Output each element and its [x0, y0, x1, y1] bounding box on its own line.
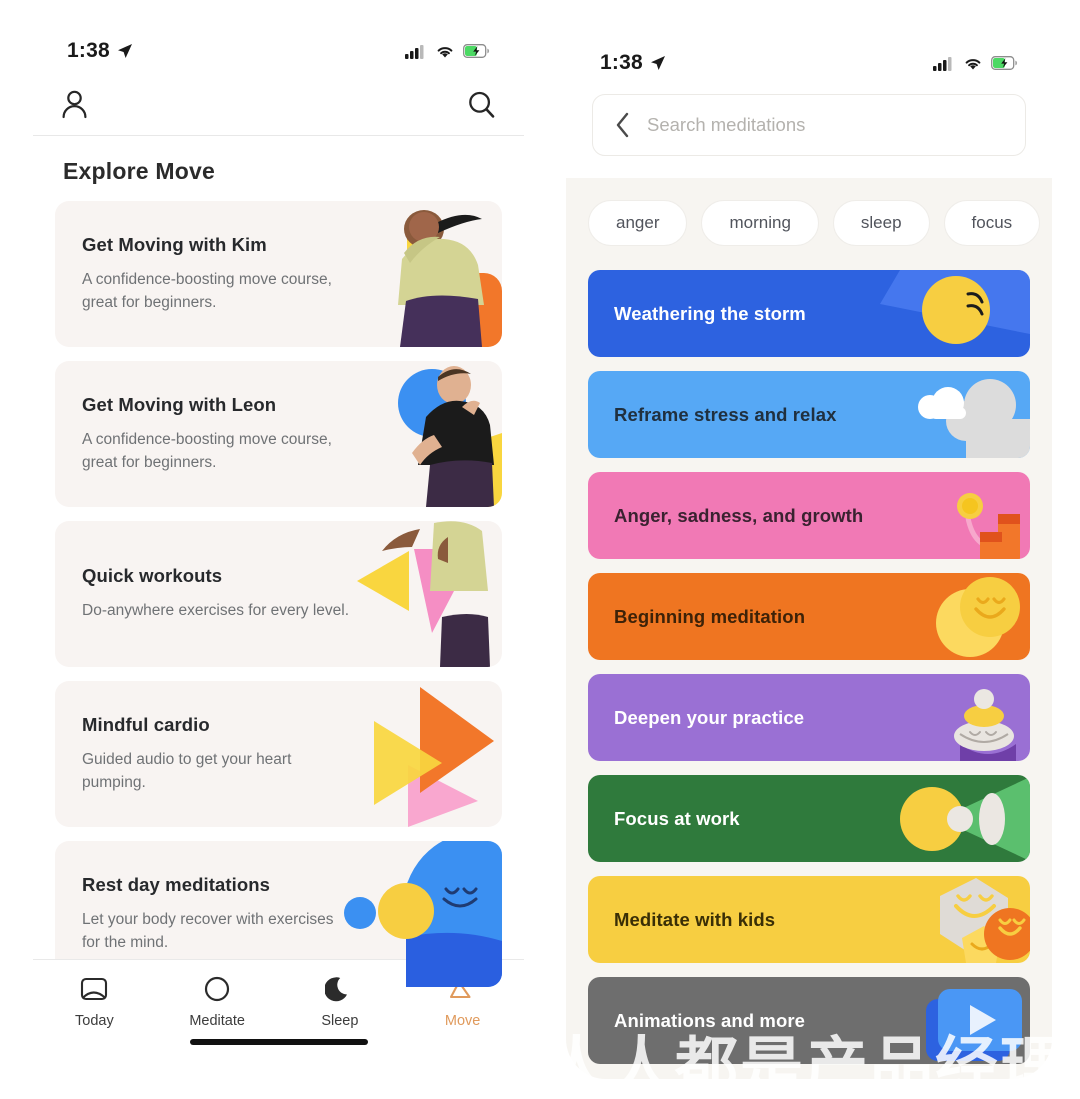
card-title: Get Moving with Leon [82, 393, 277, 415]
sun-face-artwork [890, 573, 1030, 660]
status-time: 1:38 [600, 51, 643, 74]
card-subtitle: A confidence-boosting move course, great… [82, 270, 332, 311]
tab-meditate[interactable]: Meditate [156, 974, 279, 1029]
location-arrow-icon [650, 56, 665, 70]
right-phone-screen: 1:38 Search meditations anger morning sl… [566, 30, 1052, 1079]
row-deepen-your-practice[interactable]: Deepen your practice [588, 674, 1030, 761]
card-text: Mindful cardio Guided audio to get your … [55, 714, 355, 795]
status-indicators [933, 56, 1018, 71]
row-title: Animations and more [614, 1009, 806, 1031]
card-title: Rest day meditations [82, 873, 271, 895]
status-time-group: 1:38 [600, 51, 666, 75]
row-reframe-stress-and-relax[interactable]: Reframe stress and relax [588, 371, 1030, 458]
explore-card-list: Get Moving with Kim A confidence-boostin… [33, 201, 524, 987]
card-subtitle: Let your body recover with exercises for… [82, 910, 334, 951]
chevron-left-icon[interactable] [615, 112, 631, 138]
status-bar: 1:38 [33, 18, 524, 74]
card-title: Mindful cardio [82, 713, 210, 735]
circle-icon [205, 976, 230, 1002]
storm-artwork [870, 270, 1030, 357]
row-title: Beginning meditation [614, 605, 806, 627]
status-indicators [405, 44, 490, 59]
row-title: Reframe stress and relax [614, 403, 837, 425]
row-title: Focus at work [614, 807, 740, 829]
home-indicator [189, 1039, 368, 1045]
card-subtitle: A confidence-boosting move course, great… [82, 430, 332, 471]
chip-anger[interactable]: anger [588, 200, 688, 246]
location-arrow-icon [117, 44, 132, 58]
filter-chip-row[interactable]: anger morning sleep focus rela [566, 200, 1052, 260]
row-title: Deepen your practice [614, 706, 805, 728]
today-card-icon [81, 977, 108, 1001]
row-beginning-meditation[interactable]: Beginning meditation [588, 573, 1030, 660]
play-button-artwork [900, 977, 1030, 1064]
card-get-moving-with-leon[interactable]: Get Moving with Leon A confidence-boosti… [55, 361, 502, 507]
cellular-bars-icon [405, 44, 424, 59]
card-get-moving-with-kim[interactable]: Get Moving with Kim A confidence-boostin… [55, 201, 502, 347]
card-subtitle: Do-anywhere exercises for every level. [82, 602, 350, 620]
chip-sleep[interactable]: sleep [832, 200, 930, 246]
search-bar[interactable]: Search meditations [592, 94, 1026, 156]
row-focus-at-work[interactable]: Focus at work [588, 775, 1030, 862]
left-top-nav [33, 74, 524, 136]
stairs-artwork [910, 472, 1030, 559]
card-quick-workouts[interactable]: Quick workouts Do-anywhere exercises for… [55, 521, 502, 667]
chip-focus[interactable]: focus [943, 200, 1041, 246]
search-icon[interactable] [467, 90, 496, 119]
stacked-stones-artwork [920, 674, 1030, 761]
card-text: Quick workouts Do-anywhere exercises for… [55, 565, 355, 622]
meditation-row-list: Weathering the storm Reframe stress and … [566, 260, 1052, 1064]
screenshot-stage: 1:38 Explore Move Get Moving with Kim A … [0, 0, 1080, 1099]
card-mindful-cardio[interactable]: Mindful cardio Guided audio to get your … [55, 681, 502, 827]
search-input[interactable]: Search meditations [647, 114, 805, 136]
row-title: Weathering the storm [614, 302, 806, 324]
row-weathering-the-storm[interactable]: Weathering the storm [588, 270, 1030, 357]
card-text: Get Moving with Kim A confidence-boostin… [55, 234, 355, 315]
status-bar: 1:38 [566, 30, 1052, 86]
card-text: Get Moving with Leon A confidence-boosti… [55, 394, 355, 475]
person-icon[interactable] [61, 90, 88, 119]
row-title: Anger, sadness, and growth [614, 504, 864, 526]
row-animations-and-more[interactable]: Animations and more [588, 977, 1030, 1064]
row-anger-sadness-and-growth[interactable]: Anger, sadness, and growth [588, 472, 1030, 559]
tab-label: Move [444, 1013, 481, 1029]
status-time: 1:38 [67, 39, 110, 62]
left-phone-screen: 1:38 Explore Move Get Moving with Kim A … [33, 18, 524, 1067]
row-title: Meditate with kids [614, 908, 776, 930]
row-meditate-with-kids[interactable]: Meditate with kids [588, 876, 1030, 963]
cellular-bars-icon [933, 56, 952, 71]
card-text: Rest day meditations Let your body recov… [55, 874, 355, 955]
tab-label: Meditate [189, 1013, 245, 1029]
card-title: Quick workouts [82, 565, 223, 587]
battery-charging-icon [463, 44, 490, 58]
tab-label: Today [75, 1013, 114, 1029]
wifi-icon [437, 46, 453, 57]
card-subtitle: Guided audio to get your heart pumping. [82, 750, 292, 791]
meditation-browse-body: anger morning sleep focus rela [566, 178, 1052, 1079]
wifi-icon [965, 58, 981, 69]
card-title: Get Moving with Kim [82, 233, 267, 255]
kids-faces-artwork [880, 876, 1030, 963]
tab-label: Sleep [321, 1013, 359, 1029]
focus-cone-artwork [880, 775, 1030, 862]
status-time-group: 1:38 [67, 39, 133, 63]
chip-morning[interactable]: morning [701, 200, 819, 246]
clouds-artwork [890, 371, 1030, 458]
page-title: Explore Move [33, 136, 524, 201]
search-header: Search meditations [566, 86, 1052, 178]
battery-charging-icon [991, 56, 1018, 70]
tab-today[interactable]: Today [33, 974, 156, 1029]
